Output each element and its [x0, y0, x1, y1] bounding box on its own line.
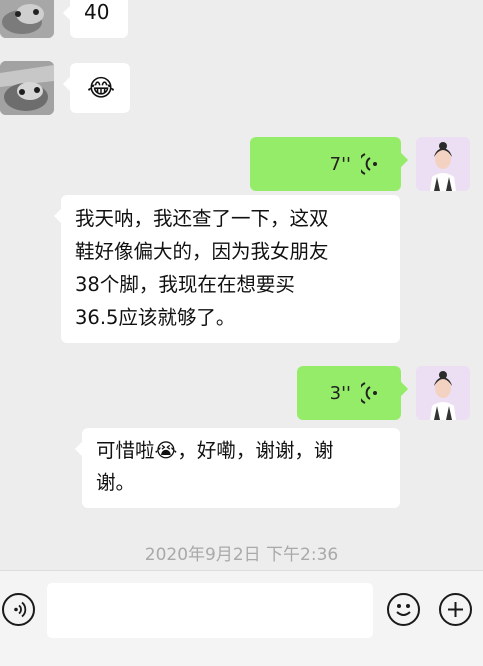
voice-message-bubble[interactable]: 7'' [250, 137, 409, 191]
chat-area[interactable]: 40 😂 7'' 我天呐，我还查了一下，这双 鞋好像偏大的，因为我女朋友 38个… [0, 0, 483, 570]
message-line: 38个脚，我现在在想要买 [75, 273, 295, 296]
crying-emoji-icon: 😭 [154, 439, 178, 462]
voice-wave-icon [361, 153, 377, 175]
message-timestamp: 2020年9月2日 下午2:36 [144, 545, 339, 565]
voice-duration: 7'' [329, 153, 351, 175]
message-line: 36.5应该就够了。 [75, 306, 236, 329]
message-bubble[interactable]: 😂 [62, 63, 130, 113]
message-text: 谢。 [96, 471, 136, 494]
laughing-emoji-icon: 😂 [87, 74, 116, 102]
input-bar [0, 570, 483, 666]
voice-mode-icon[interactable] [2, 593, 35, 626]
bubble-tail [62, 76, 78, 92]
voice-duration: 3'' [329, 382, 351, 404]
contact-avatar[interactable] [0, 0, 54, 38]
message-bubble[interactable]: 我天呐，我还查了一下，这双 鞋好像偏大的，因为我女朋友 38个脚，我现在在想要买… [53, 195, 400, 343]
message-line: 鞋好像偏大的，因为我女朋友 [75, 240, 329, 263]
my-avatar[interactable] [416, 137, 470, 191]
message-text: 可惜啦 [96, 439, 155, 462]
message-text: ，好嘞，谢谢，谢 [177, 439, 334, 462]
my-avatar[interactable] [416, 366, 470, 420]
plus-icon[interactable] [439, 593, 472, 626]
message-text: 40 [84, 0, 110, 24]
message-line: 我天呐，我还查了一下，这双 [75, 207, 329, 230]
voice-wave-icon [361, 382, 377, 404]
emoji-icon[interactable] [387, 593, 420, 626]
message-bubble[interactable]: 可惜啦😭，好嘞，谢谢，谢 谢。 [74, 428, 400, 508]
message-input[interactable] [47, 583, 373, 638]
message-bubble[interactable]: 40 [62, 0, 128, 38]
voice-message-bubble[interactable]: 3'' [297, 366, 409, 420]
contact-avatar[interactable] [0, 61, 54, 115]
